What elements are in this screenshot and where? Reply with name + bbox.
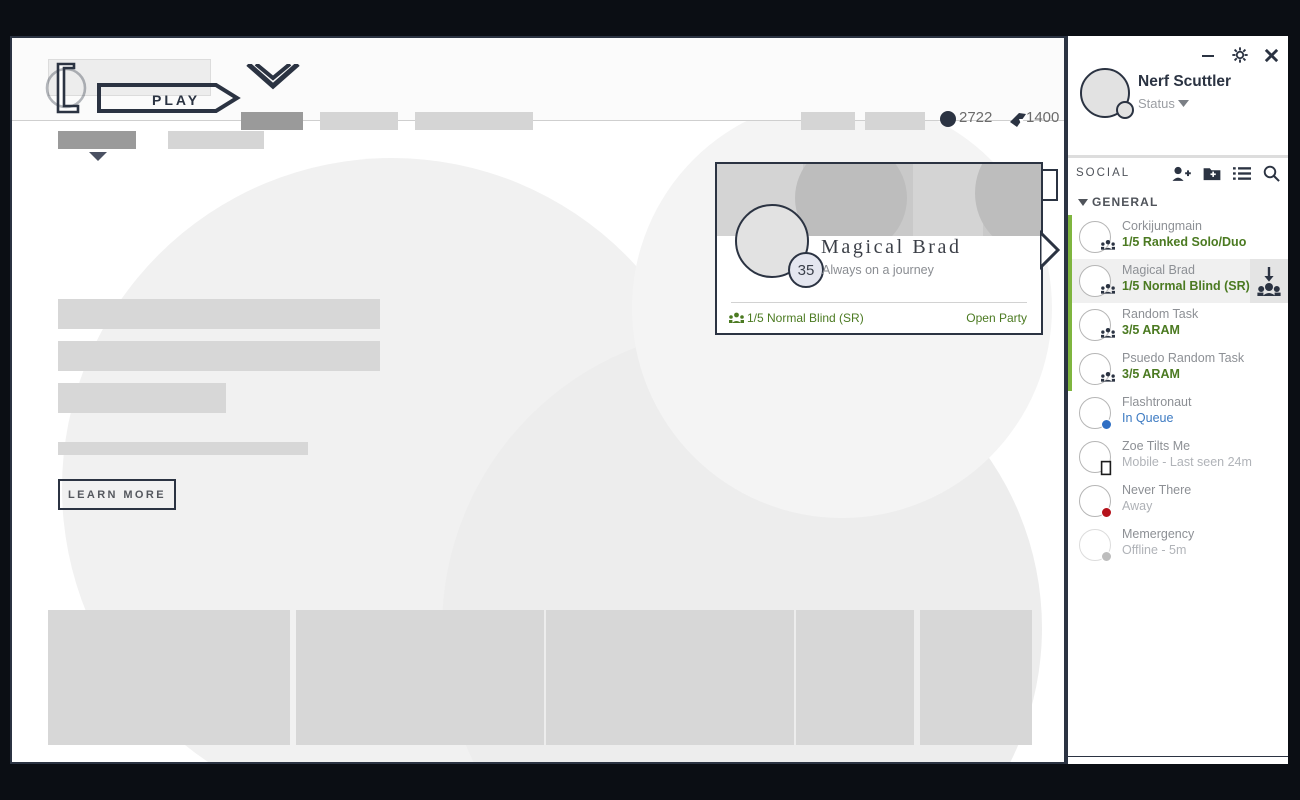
subnav-tab-2[interactable]: [168, 131, 264, 149]
gear-icon[interactable]: [1231, 46, 1249, 64]
friend-name: Zoe Tilts Me: [1122, 439, 1190, 453]
chevron-down-icon[interactable]: [1078, 199, 1088, 207]
party-indicator-bar: [1068, 347, 1072, 391]
chevron-down-icon[interactable]: [1178, 100, 1189, 108]
content-card-4[interactable]: [796, 610, 914, 745]
friend-hover-actions: [1250, 259, 1288, 303]
friend-list-item[interactable]: Flashtronaut In Queue: [1068, 391, 1288, 435]
content-card-5[interactable]: [920, 610, 1032, 745]
game-logo-icon: [44, 60, 88, 116]
friend-status: In Queue: [1122, 411, 1173, 425]
content-placeholder-line-2: [58, 341, 380, 371]
join-party-icon[interactable]: [1256, 265, 1282, 297]
chevron-down-double-icon: [242, 64, 304, 98]
friend-name: Magical Brad: [1122, 263, 1195, 277]
availability-indicator: [1116, 101, 1134, 119]
party-invite-card[interactable]: 35 Magical Brad Always on a journey 1/5 …: [715, 162, 1043, 335]
learn-more-button[interactable]: LEARN MORE: [58, 479, 176, 510]
party-card-pointer-icon: [1040, 230, 1062, 270]
subnav-tab-active[interactable]: [58, 131, 136, 149]
friend-name: Flashtronaut: [1122, 395, 1191, 409]
window-controls: [1199, 46, 1280, 64]
play-button-label: PLAY: [152, 92, 200, 108]
friend-status: Offline - 5m: [1122, 543, 1186, 557]
social-panel: Nerf Scuttler Status SOCIAL: [1066, 36, 1288, 764]
party-card-status-message: Always on a journey: [822, 263, 934, 277]
party-card-name: Magical Brad: [821, 236, 962, 259]
party-indicator-bar: [1068, 303, 1072, 347]
group-icon: [1101, 239, 1115, 251]
status-dot: [1101, 551, 1112, 562]
status-dot: [1101, 419, 1112, 430]
minimize-icon[interactable]: [1199, 46, 1217, 64]
party-indicator-bar: [1068, 259, 1072, 303]
party-card-level-badge: 35: [788, 252, 824, 288]
mobile-icon: [1100, 460, 1112, 476]
friend-list-item[interactable]: Zoe Tilts Me Mobile - Last seen 24m: [1068, 435, 1288, 479]
user-name: Nerf Scuttler: [1138, 73, 1231, 91]
friend-name: Never There: [1122, 483, 1191, 497]
friend-name: Random Task: [1122, 307, 1198, 321]
search-icon[interactable]: [1263, 165, 1280, 182]
group-icon: [1101, 283, 1115, 295]
content-card-1[interactable]: [48, 610, 290, 745]
friend-name: Memergency: [1122, 527, 1194, 541]
friend-list-item[interactable]: Corkijungmain 1/5 Ranked Solo/Duo: [1068, 215, 1288, 259]
list-view-icon[interactable]: [1233, 166, 1251, 181]
game-client-window: PLAY 2722 1400: [10, 36, 1066, 764]
friend-status: 3/5 ARAM: [1122, 323, 1180, 337]
content-card-3[interactable]: [546, 610, 794, 745]
friend-status: 1/5 Ranked Solo/Duo: [1122, 235, 1246, 249]
social-header-title: SOCIAL: [1076, 167, 1130, 179]
user-status[interactable]: Status: [1138, 96, 1175, 111]
friend-list-item[interactable]: Random Task 3/5 ARAM: [1068, 303, 1288, 347]
close-icon[interactable]: [1263, 47, 1280, 64]
user-profile[interactable]: Nerf Scuttler Status: [1068, 68, 1288, 130]
party-card-divider: [731, 302, 1027, 303]
content-placeholder-line-1: [58, 299, 380, 329]
add-friend-icon[interactable]: [1172, 166, 1191, 182]
friend-status: 1/5 Normal Blind (SR): [1122, 279, 1250, 293]
open-party-link[interactable]: Open Party: [966, 311, 1027, 325]
party-card-queue-status: 1/5 Normal Blind (SR): [747, 311, 864, 325]
learn-more-label: LEARN MORE: [68, 489, 166, 501]
friend-status: 3/5 ARAM: [1122, 367, 1180, 381]
friend-name: Psuedo Random Task: [1122, 351, 1244, 365]
social-header-actions: [1172, 165, 1280, 182]
friend-status: Mobile - Last seen 24m: [1122, 455, 1252, 469]
application-window: PLAY 2722 1400: [0, 0, 1300, 800]
friend-name: Corkijungmain: [1122, 219, 1202, 233]
friend-list-item[interactable]: Magical Brad 1/5 Normal Blind (SR): [1068, 259, 1288, 303]
client-top-navigation: PLAY 2722 1400: [12, 38, 1064, 121]
friend-group-name: GENERAL: [1092, 195, 1158, 209]
content-placeholder-line-4: [58, 442, 308, 455]
group-icon: [729, 312, 744, 324]
content-placeholder-line-3: [58, 383, 226, 413]
panel-divider: [1068, 155, 1288, 158]
friend-status: Away: [1122, 499, 1152, 513]
friend-list-item[interactable]: Memergency Offline - 5m: [1068, 523, 1288, 567]
status-dot: [1101, 507, 1112, 518]
friend-list-item[interactable]: Psuedo Random Task 3/5 ARAM: [1068, 347, 1288, 391]
friend-list-item[interactable]: Never There Away: [1068, 479, 1288, 523]
content-card-2[interactable]: [296, 610, 544, 745]
social-toolbar: [1068, 757, 1288, 764]
client-sub-navigation: [12, 122, 1064, 164]
party-indicator-bar: [1068, 215, 1072, 259]
social-header: SOCIAL: [1068, 162, 1288, 188]
group-icon: [1101, 327, 1115, 339]
create-group-icon[interactable]: [1203, 166, 1221, 181]
chevron-down-icon: [89, 152, 107, 162]
friends-list: Corkijungmain 1/5 Ranked Solo/Duo Magical…: [1068, 215, 1288, 567]
group-icon: [1101, 371, 1115, 383]
friend-group-header[interactable]: GENERAL: [1068, 193, 1288, 213]
